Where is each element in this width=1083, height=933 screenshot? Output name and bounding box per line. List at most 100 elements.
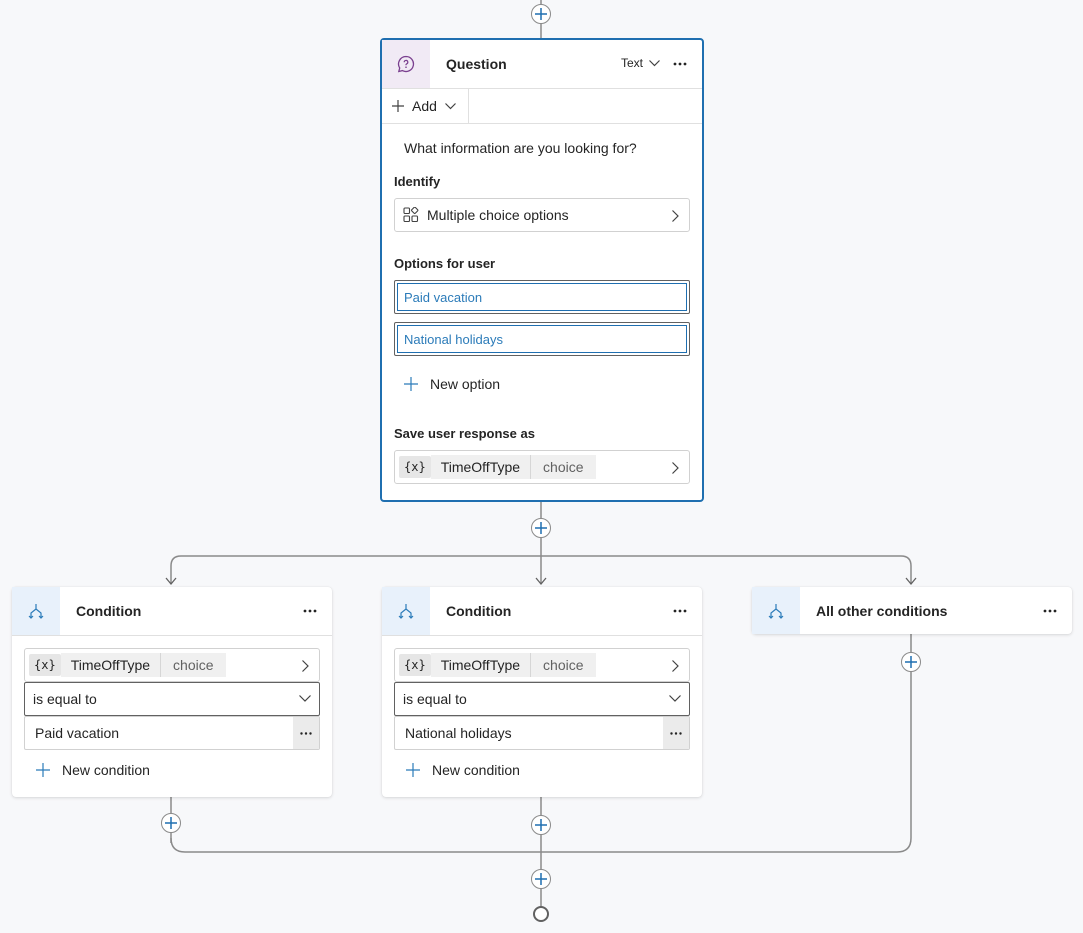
condition-card[interactable]: Condition {x} TimeOffType choice is equa… [382, 587, 702, 797]
operator-dropdown[interactable]: is equal to [394, 682, 690, 716]
chevron-right-icon [672, 660, 679, 672]
else-card-header: All other conditions [752, 587, 1072, 634]
variable-name: TimeOffType [430, 653, 531, 677]
more-horizontal-icon [670, 731, 682, 735]
operator-value: is equal to [403, 691, 467, 707]
branch-icon [398, 604, 414, 619]
question-card-title: Question [446, 56, 507, 72]
response-type-dropdown[interactable]: Text [621, 56, 660, 70]
else-condition-card[interactable]: All other conditions [752, 587, 1072, 634]
add-node-branch-2[interactable] [531, 815, 551, 835]
save-variable-selector[interactable]: {x} TimeOffType choice [394, 450, 690, 484]
identify-label: Identify [394, 174, 441, 189]
add-node-branch-1[interactable] [161, 813, 181, 833]
else-more-button[interactable] [1040, 601, 1060, 621]
add-node-top[interactable] [531, 4, 551, 24]
question-prompt[interactable]: What information are you looking for? [394, 124, 690, 170]
variable-icon: {x} [29, 654, 61, 676]
end-node [533, 906, 549, 922]
condition-title: Condition [76, 603, 142, 619]
condition-icon-container [752, 587, 800, 634]
new-condition-label: New condition [432, 762, 520, 778]
variable-type: choice [160, 653, 226, 677]
condition-more-button[interactable] [670, 601, 690, 621]
question-card-header: Question Text [382, 40, 702, 88]
question-more-button[interactable] [670, 54, 690, 74]
new-condition-button[interactable]: New condition [24, 762, 320, 778]
flow-canvas: Question Text Add What information are y… [0, 0, 1083, 933]
response-type-label: Text [620, 56, 643, 70]
new-condition-label: New condition [62, 762, 150, 778]
more-horizontal-icon [303, 609, 317, 613]
plus-icon [535, 8, 547, 20]
value-more-button[interactable] [663, 717, 689, 749]
plus-icon [404, 377, 418, 391]
chat-question-icon [397, 55, 415, 73]
option-field-wrapper: Paid vacation [394, 280, 690, 314]
add-button[interactable]: Add [382, 89, 469, 123]
chevron-down-icon [649, 59, 660, 66]
chevron-down-icon [299, 695, 311, 702]
chevron-right-icon [672, 462, 679, 474]
branch-icon [768, 603, 784, 619]
add-node-after-question[interactable] [531, 518, 551, 538]
new-option-label: New option [430, 376, 501, 392]
more-horizontal-icon [1043, 609, 1057, 613]
plus-icon [36, 763, 50, 777]
plus-icon [905, 656, 917, 668]
options-label: Options for user [394, 256, 496, 271]
new-condition-button[interactable]: New condition [394, 762, 690, 778]
chevron-right-icon [302, 660, 309, 672]
condition-variable-selector[interactable]: {x} TimeOffType choice [24, 648, 320, 682]
option-input[interactable]: Paid vacation [397, 283, 687, 311]
condition-body: {x} TimeOffType choice is equal to Natio… [382, 636, 702, 778]
variable-icon: {x} [399, 456, 431, 478]
question-toolbar: Add [382, 89, 702, 123]
chevron-down-icon [444, 102, 456, 109]
condition-more-button[interactable] [300, 601, 320, 621]
chevron-right-icon [672, 210, 679, 222]
branch-icon [28, 604, 44, 619]
add-node-else-branch[interactable] [901, 652, 921, 672]
condition-card-header: Condition [12, 587, 332, 635]
operator-dropdown[interactable]: is equal to [24, 682, 320, 716]
condition-card[interactable]: Condition {x} TimeOffType choice is equa… [12, 587, 332, 797]
add-button-label: Add [412, 98, 437, 114]
condition-title: Condition [446, 603, 512, 619]
variable-icon: {x} [399, 654, 431, 676]
variable-name: TimeOffType [430, 455, 531, 479]
question-card[interactable]: Question Text Add What information are y… [380, 38, 704, 502]
plus-icon [535, 873, 547, 885]
question-body: What information are you looking for? Id… [382, 124, 702, 484]
more-horizontal-icon [300, 731, 312, 735]
chevron-down-icon [669, 695, 681, 702]
condition-icon-container [12, 587, 60, 635]
plus-icon [392, 100, 404, 112]
condition-value-input[interactable]: Paid vacation [24, 716, 320, 750]
value-more-button[interactable] [293, 717, 319, 749]
condition-value: Paid vacation [35, 725, 120, 741]
apps-icon [403, 207, 419, 223]
condition-value: National holidays [405, 725, 512, 741]
condition-variable-selector[interactable]: {x} TimeOffType choice [394, 648, 690, 682]
variable-type: choice [530, 653, 596, 677]
more-horizontal-icon [673, 62, 687, 66]
plus-icon [535, 522, 547, 534]
plus-icon [406, 763, 420, 777]
else-card-title: All other conditions [816, 602, 948, 619]
option-field-wrapper: National holidays [394, 322, 690, 356]
condition-value-input[interactable]: National holidays [394, 716, 690, 750]
condition-icon-container [382, 587, 430, 635]
plus-icon [535, 819, 547, 831]
operator-value: is equal to [33, 691, 97, 707]
condition-card-header: Condition [382, 587, 702, 635]
identify-value: Multiple choice options [427, 207, 569, 223]
condition-body: {x} TimeOffType choice is equal to Paid … [12, 636, 332, 778]
add-node-after-branches[interactable] [531, 869, 551, 889]
new-option-button[interactable]: New option [394, 376, 690, 392]
identify-selector[interactable]: Multiple choice options [394, 198, 690, 232]
question-icon-container [382, 40, 430, 88]
plus-icon [165, 817, 177, 829]
option-input[interactable]: National holidays [397, 325, 687, 353]
variable-type: choice [530, 455, 596, 479]
